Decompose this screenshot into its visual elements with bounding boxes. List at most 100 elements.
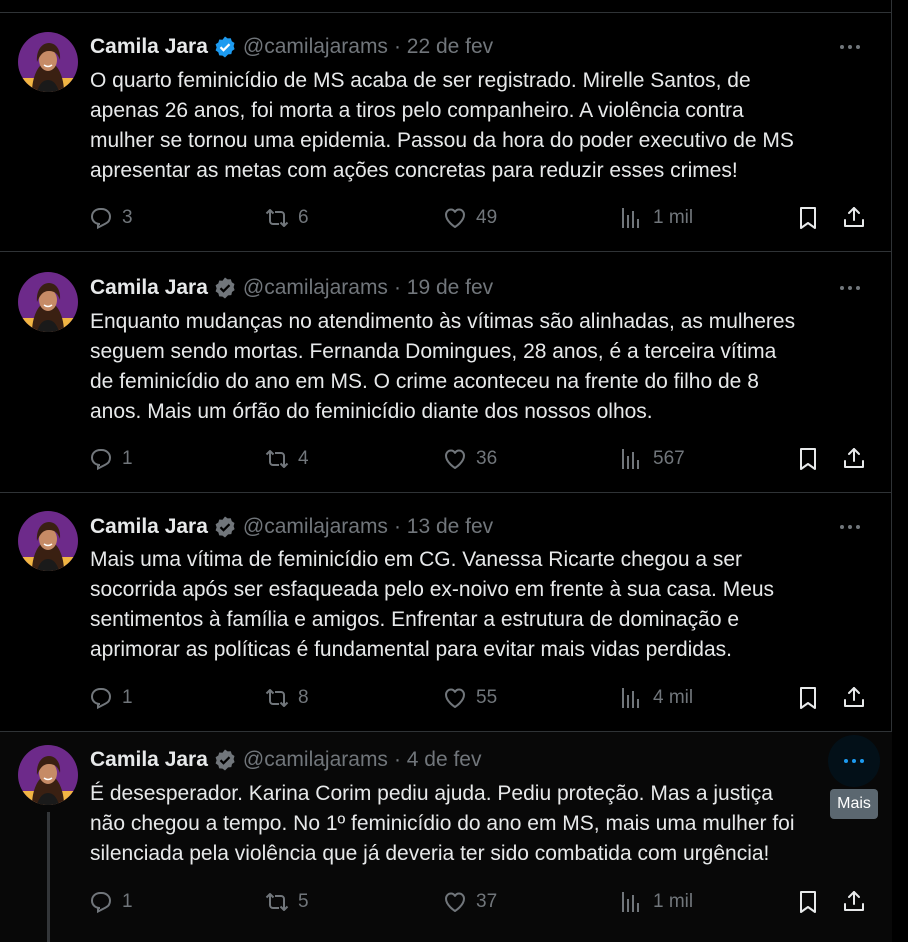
views-icon (622, 208, 639, 228)
heart-icon (445, 208, 465, 228)
verified-badge-icon[interactable] (213, 515, 237, 539)
repost-icon (265, 689, 289, 707)
like-count: 37 (476, 891, 498, 912)
tweet-text: O quarto feminicídio de MS acaba de ser … (90, 66, 880, 186)
tweet-date[interactable]: · 22 de fev (394, 35, 493, 59)
share-button[interactable] (841, 683, 875, 713)
verified-badge-icon[interactable] (213, 35, 237, 59)
repost-icon (265, 450, 289, 468)
reply-count: 3 (122, 207, 133, 228)
share-icon (844, 891, 864, 911)
action-bar: 1 8 55 4 mil (88, 683, 878, 713)
like-count: 55 (476, 687, 498, 708)
more-icon (844, 759, 864, 763)
reply-count: 1 (122, 687, 133, 708)
tweet-text-line: Enquanto mudanças no atendimento às víti… (90, 310, 796, 333)
tweet[interactable]: Camila Jara @camilajarams · 22 de fev O … (0, 13, 892, 252)
repost-button[interactable]: 4 (264, 444, 309, 474)
author-name[interactable]: Camila Jara (90, 515, 208, 539)
tweet-text-line: aprimorar as políticas é fundamental par… (90, 638, 732, 661)
tweet-text-line: apresentar as metas com ações concretas … (90, 159, 738, 182)
like-count: 36 (476, 448, 498, 469)
share-icon (844, 207, 864, 227)
share-button[interactable] (841, 887, 875, 917)
tweet-text-line: anos. Mais um órfão do feminicídio diant… (90, 400, 653, 423)
avatar-image (18, 745, 78, 805)
tweet[interactable]: Camila Jara @camilajarams · 13 de fev Ma… (0, 493, 892, 732)
views-icon (622, 449, 639, 469)
tweet-text-line: de feminicídio do ano em MS. O crime aco… (90, 370, 759, 393)
reply-button[interactable]: 1 (88, 887, 133, 917)
share-button[interactable] (841, 444, 875, 474)
share-icon (844, 448, 864, 468)
author-handle[interactable]: @camilajarams (243, 35, 388, 59)
repost-button[interactable]: 8 (264, 683, 309, 713)
share-icon (844, 687, 864, 707)
avatar-image (18, 511, 78, 571)
action-bar: 3 6 49 1 mil (88, 203, 878, 233)
bookmark-icon (800, 448, 816, 470)
repost-button[interactable]: 5 (264, 887, 309, 917)
tweet-text-line: mulher se tornou uma epidemia. Passou da… (90, 129, 794, 152)
views-button[interactable]: 567 (619, 444, 685, 474)
share-button[interactable] (841, 203, 875, 233)
verified-badge-icon[interactable] (213, 748, 237, 772)
reply-button[interactable]: 1 (88, 683, 133, 713)
views-icon (622, 892, 639, 912)
author-name[interactable]: Camila Jara (90, 748, 208, 772)
more-icon (840, 45, 860, 49)
like-button[interactable]: 49 (442, 203, 497, 233)
bookmark-icon (800, 207, 816, 229)
tweet-text-line: O quarto feminicídio de MS acaba de ser … (90, 69, 751, 92)
repost-count: 8 (298, 687, 309, 708)
repost-count: 6 (298, 207, 309, 228)
more-button[interactable] (832, 509, 868, 545)
bookmark-button[interactable] (795, 683, 829, 713)
heart-icon (445, 688, 465, 708)
tweet-text: Enquanto mudanças no atendimento às víti… (90, 307, 880, 427)
reply-button[interactable]: 1 (88, 444, 133, 474)
reply-button[interactable]: 3 (88, 203, 133, 233)
avatar[interactable] (18, 272, 78, 332)
like-button[interactable]: 36 (442, 444, 497, 474)
thread-line (47, 812, 50, 942)
views-button[interactable]: 1 mil (619, 203, 693, 233)
views-icon (622, 688, 639, 708)
views-button[interactable]: 1 mil (619, 887, 693, 917)
author-handle[interactable]: @camilajarams (243, 276, 388, 300)
author-name[interactable]: Camila Jara (90, 276, 208, 300)
more-button[interactable] (832, 29, 868, 65)
tweet-date[interactable]: · 13 de fev (394, 515, 493, 539)
tweet-text: É desesperador. Karina Corim pediu ajuda… (90, 779, 880, 869)
reply-icon (91, 688, 111, 709)
repost-button[interactable]: 6 (264, 203, 309, 233)
more-button[interactable] (832, 270, 868, 306)
author-handle[interactable]: @camilajarams (243, 748, 388, 772)
tweet[interactable]: Camila Jara @camilajarams · 4 de fev É d… (0, 732, 892, 942)
author-name[interactable]: Camila Jara (90, 35, 208, 59)
bookmark-button[interactable] (795, 444, 829, 474)
tweet-date[interactable]: · 4 de fev (394, 748, 482, 772)
tweet[interactable]: Camila Jara @camilajarams · 19 de fev En… (0, 252, 892, 493)
bookmark-button[interactable] (795, 887, 829, 917)
timeline: Camila Jara @camilajarams · 22 de fev O … (0, 0, 892, 942)
tweet-text-line: É desesperador. Karina Corim pediu ajuda… (90, 782, 773, 805)
tweet-text-line: socorrida após ser esfaqueada pelo ex-no… (90, 578, 775, 601)
avatar[interactable] (18, 32, 78, 92)
avatar[interactable] (18, 511, 78, 571)
author-handle[interactable]: @camilajarams (243, 515, 388, 539)
view-count: 1 mil (653, 207, 694, 228)
view-count: 1 mil (653, 891, 694, 912)
tweet-text-line: não chegou a tempo. No 1º feminicídio do… (90, 812, 795, 835)
avatar[interactable] (18, 745, 78, 805)
bookmark-button[interactable] (795, 203, 829, 233)
like-button[interactable]: 37 (442, 887, 497, 917)
tweet-date[interactable]: · 19 de fev (394, 276, 493, 300)
like-button[interactable]: 55 (442, 683, 497, 713)
tweet-text-line: sentimentos à família e amigos. Enfrenta… (90, 608, 740, 631)
reply-icon (91, 892, 111, 913)
bookmark-icon (800, 891, 816, 913)
heart-icon (445, 449, 465, 469)
views-button[interactable]: 4 mil (619, 683, 693, 713)
verified-badge-icon[interactable] (213, 276, 237, 300)
